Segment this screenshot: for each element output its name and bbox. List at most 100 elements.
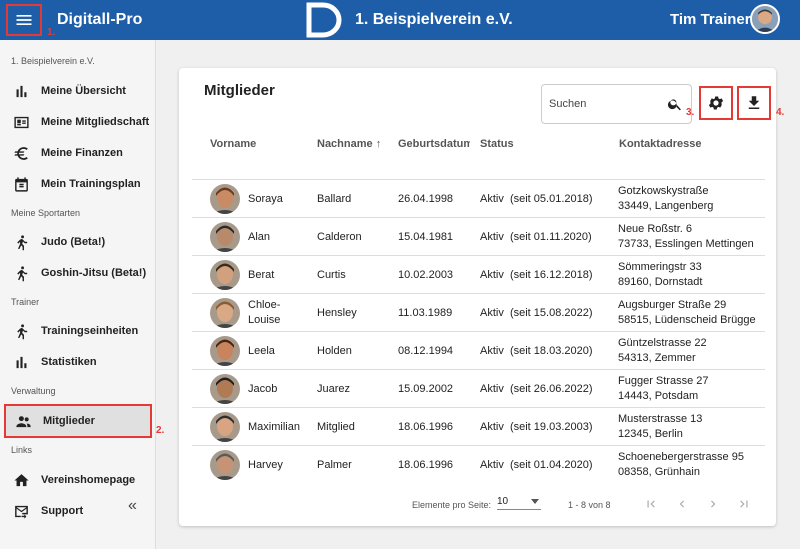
hamburger-menu-icon	[16, 15, 32, 25]
next-page-button[interactable]	[704, 496, 722, 512]
table-row[interactable]: Leela Holden 08.12.1994 Aktiv (seit 18.03.2…	[192, 331, 765, 369]
cell-birthdate: 11.03.1989	[398, 307, 453, 319]
section-label-trainer: Trainer	[11, 297, 40, 307]
avatar	[210, 336, 240, 366]
user-name[interactable]: Tim Trainer	[670, 11, 751, 28]
cell-contact-address: Güntzelstrasse 22 54313, Zemmer	[618, 336, 707, 366]
cell-lastname: Hensley	[317, 307, 357, 319]
annotation-3: 3.	[686, 107, 695, 118]
collapse-sidebar-button[interactable]: «	[128, 497, 137, 515]
cell-lastname: Calderon	[317, 231, 362, 243]
table-row[interactable]: Alan Calderon 15.04.1981 Aktiv (seit 01.11.…	[192, 217, 765, 255]
table-row[interactable]: Maximilian Mitglied 18.06.1996 Aktiv (seit …	[192, 407, 765, 445]
address-street: Schoenebergerstrasse 95	[618, 451, 744, 463]
cell-birthdate: 18.06.1996	[398, 421, 454, 433]
cell-birthdate: 15.09.2002	[398, 383, 454, 395]
section-label-sports: Meine Sportarten	[11, 208, 81, 218]
column-header-status[interactable]: Status	[480, 138, 514, 150]
sidebar-item-label: Goshin-Jitsu (Beta!)	[41, 267, 147, 279]
sidebar-item-label: Support	[41, 505, 84, 517]
cell-contact-address: Augsburger Straße 29 58515, Lüdenscheid B…	[618, 298, 756, 328]
sidebar-item-membership[interactable]: Meine Mitgliedschaft	[0, 108, 155, 136]
items-per-page-select[interactable]: 10	[497, 496, 541, 510]
sidebar-item-overview[interactable]: Meine Übersicht	[0, 77, 155, 105]
previous-page-button[interactable]	[673, 496, 691, 512]
cell-contact-address: Fugger Strasse 27 14443, Potsdam	[618, 374, 709, 404]
address-city: 58515, Lüdenscheid Brügge	[618, 314, 756, 326]
cell-contact-address: Schoenebergerstrasse 95 08358, Grünhain	[618, 450, 744, 480]
search-field[interactable]	[541, 84, 692, 124]
avatar	[210, 412, 240, 442]
euro-icon	[11, 144, 31, 162]
sidebar-item-goshin-jitsu[interactable]: Goshin-Jitsu (Beta!)	[0, 259, 155, 287]
table-row[interactable]: Harvey Palmer 18.06.1996 Aktiv (seit 01.04.…	[192, 445, 765, 483]
address-street: Fugger Strasse 27	[618, 375, 709, 387]
calendar-icon	[11, 175, 31, 193]
table-row[interactable]: Berat Curtis 10.02.2003 Aktiv (seit 16.12.2…	[192, 255, 765, 293]
sport-icon	[11, 322, 31, 340]
address-city: 73733, Esslingen Mettingen	[618, 238, 754, 250]
download-button[interactable]	[737, 86, 771, 120]
avatar	[210, 184, 240, 214]
column-header-firstname[interactable]: Vorname	[210, 138, 256, 150]
club-name: 1. Beispielverein e.V.	[355, 11, 513, 28]
table-row[interactable]: Jacob Juarez 15.09.2002 Aktiv (seit 26.06.2…	[192, 369, 765, 407]
gear-icon	[708, 96, 724, 110]
first-page-button[interactable]	[642, 496, 660, 512]
cell-firstname: Jacob	[248, 383, 278, 395]
address-street: Gotzkowskystraße	[618, 185, 709, 197]
page-title: Mitglieder	[204, 82, 275, 99]
address-city: 08358, Grünhain	[618, 466, 700, 478]
cell-lastname: Holden	[317, 345, 352, 357]
cell-firstname: Leela	[248, 345, 275, 357]
address-city: 89160, Dornstadt	[618, 276, 703, 288]
first-page-icon	[647, 500, 655, 508]
section-label-admin: Verwaltung	[11, 386, 56, 396]
home-icon	[11, 471, 31, 489]
address-street: Güntzelstrasse 22	[618, 337, 707, 349]
address-street: Neue Roßstr. 6	[618, 223, 692, 235]
annotation-2: 2.	[156, 425, 165, 436]
sidebar-item-finances[interactable]: Meine Finanzen	[0, 139, 155, 167]
cell-birthdate: 15.04.1981	[398, 231, 454, 243]
cell-status: Aktiv (seit 01.04.2020)	[480, 459, 593, 471]
column-header-lastname[interactable]: Nachname ↑	[317, 138, 381, 150]
last-page-icon	[740, 500, 748, 508]
sidebar-item-club-homepage[interactable]: Vereinshomepage	[0, 466, 155, 494]
cell-firstname: Alan	[248, 231, 271, 243]
cell-contact-address: Gotzkowskystraße 33449, Langenberg	[618, 184, 713, 214]
settings-button[interactable]	[699, 86, 733, 120]
chevron-left-icon	[679, 500, 684, 508]
user-avatar[interactable]	[750, 4, 780, 34]
cell-status: Aktiv (seit 01.11.2020)	[480, 231, 592, 243]
sidebar-item-training-units[interactable]: Trainingseinheiten	[0, 317, 155, 345]
table-row[interactable]: Chloe- Louise Hensley 11.03.1989 Aktiv (sei…	[192, 293, 765, 331]
table-row[interactable]: Soraya Ballard 26.04.1998 Aktiv (seit 05.01…	[192, 179, 765, 217]
address-street: Sömmeringstr 33	[618, 261, 702, 273]
column-header-contact[interactable]: Kontaktadresse	[619, 138, 702, 150]
avatar	[210, 450, 240, 480]
menu-button[interactable]	[6, 4, 42, 36]
cell-birthdate: 10.02.2003	[398, 269, 454, 281]
cell-lastname: Ballard	[317, 193, 352, 205]
cell-lastname: Palmer	[317, 459, 352, 471]
bar-chart-icon	[11, 82, 31, 100]
members-card: Mitglieder 3. 4. Vorname Nachname ↑ Gebu…	[179, 68, 784, 526]
address-street: Augsburger Straße 29	[618, 299, 727, 311]
sidebar-item-judo[interactable]: Judo (Beta!)	[0, 228, 155, 256]
sidebar-item-label: Mitglieder	[43, 415, 95, 427]
download-icon	[748, 96, 760, 109]
cell-firstname: Maximilian	[248, 421, 300, 433]
column-header-birthdate[interactable]: Geburtsdatum	[398, 138, 470, 150]
sidebar-item-statistics[interactable]: Statistiken	[0, 348, 155, 376]
sidebar-item-label: Meine Finanzen	[41, 147, 123, 159]
avatar	[210, 260, 240, 290]
cell-firstname: Chloe- Louise	[248, 299, 281, 326]
last-page-button[interactable]	[735, 496, 753, 512]
search-input[interactable]	[549, 98, 659, 110]
sidebar-item-members[interactable]: Mitglieder	[4, 404, 152, 438]
sidebar-item-label: Trainingseinheiten	[41, 325, 139, 337]
items-per-page-label: Elemente pro Seite:	[412, 500, 492, 510]
cell-firstname: Soraya	[248, 193, 283, 205]
sidebar-item-training-plan[interactable]: Mein Trainingsplan	[0, 170, 155, 198]
